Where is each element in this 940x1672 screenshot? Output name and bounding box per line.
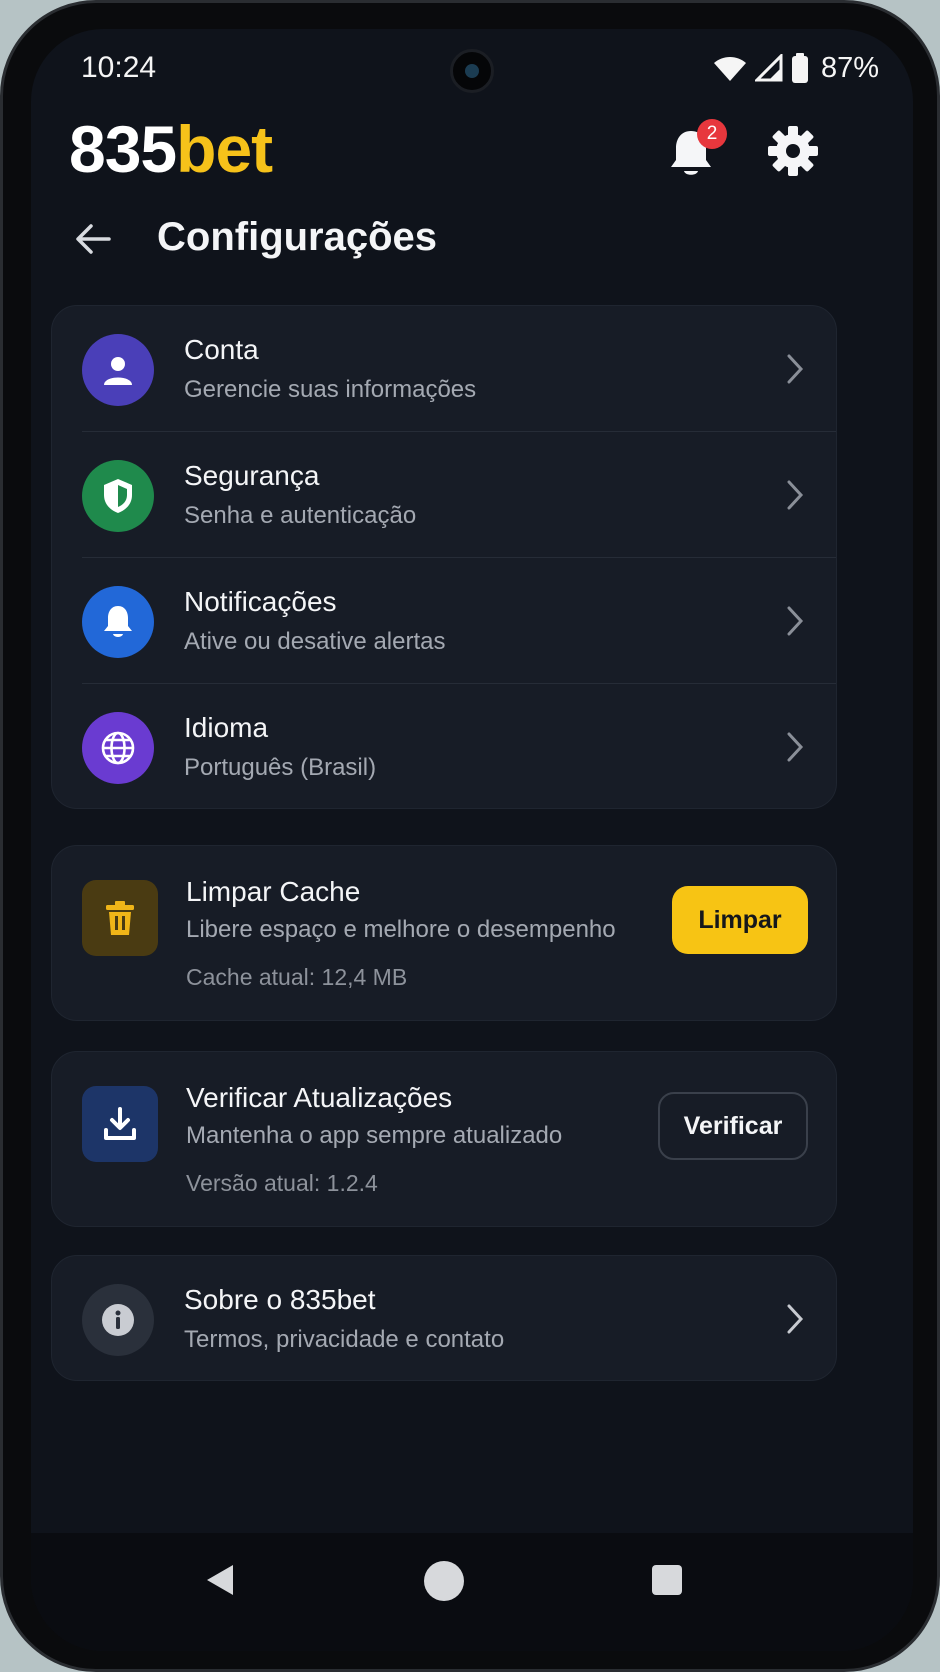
settings-button[interactable] — [765, 123, 821, 179]
menu-item-conta[interactable]: Conta Gerencie suas informações — [52, 306, 836, 432]
user-icon — [82, 334, 154, 406]
logo-number: 835 — [69, 112, 177, 186]
menu-item-subtitle: Português (Brasil) — [184, 754, 377, 781]
menu-item-seguranca[interactable]: Segurança Senha e autenticação — [52, 432, 836, 558]
status-bar: 10:24 87% — [31, 29, 913, 109]
nav-back-icon[interactable] — [205, 1563, 235, 1597]
logo-brand: bet — [176, 112, 273, 186]
download-icon — [82, 1086, 158, 1162]
app-logo: 835bet — [69, 111, 273, 187]
nav-recents-icon[interactable] — [652, 1565, 682, 1595]
update-subtitle: Mantenha o app sempre atualizado — [186, 1122, 563, 1149]
status-icons: 87% — [713, 49, 879, 87]
phone-frame: 10:24 87% 835bet 2 Configurações Conta G… — [0, 0, 940, 1672]
battery-percentage: 87% — [820, 51, 879, 84]
notification-badge: 2 — [697, 119, 727, 149]
status-time: 10:24 — [81, 51, 157, 84]
clear-cache-button[interactable]: Limpar — [672, 886, 808, 954]
wifi-icon — [713, 57, 746, 81]
chevron-right-icon — [787, 1304, 804, 1334]
current-version: Versão atual: 1.2.4 — [186, 1170, 378, 1196]
bell-icon — [82, 586, 154, 658]
menu-item-idioma[interactable]: Idioma Português (Brasil) — [52, 684, 836, 810]
page-header: Configurações — [31, 209, 913, 269]
cache-size: Cache atual: 12,4 MB — [186, 964, 408, 990]
about-title: Sobre o 835bet — [184, 1284, 376, 1315]
check-updates-card: Verificar Atualizações Mantenha o app se… — [51, 1051, 837, 1227]
page-title: Configurações — [157, 215, 438, 259]
menu-item-subtitle: Gerencie suas informações — [184, 376, 477, 403]
cache-subtitle: Libere espaço e melhore o desempenho — [186, 916, 616, 943]
notifications-button[interactable]: 2 — [667, 119, 727, 181]
app-screen: 10:24 87% 835bet 2 Configurações Conta G… — [31, 29, 913, 1651]
nav-home-icon[interactable] — [424, 1561, 464, 1601]
front-camera — [450, 49, 494, 93]
info-icon — [82, 1284, 154, 1356]
check-updates-button[interactable]: Verificar — [658, 1092, 808, 1160]
menu-item-subtitle: Senha e autenticação — [184, 502, 417, 529]
signal-icon — [754, 54, 783, 82]
menu-item-title: Conta — [184, 334, 259, 365]
trash-icon — [82, 880, 158, 956]
back-arrow-icon[interactable] — [73, 219, 113, 259]
chevron-right-icon — [787, 732, 804, 762]
update-title: Verificar Atualizações — [186, 1082, 453, 1113]
gear-icon — [768, 126, 818, 176]
cache-title: Limpar Cache — [186, 876, 361, 907]
about-subtitle: Termos, privacidade e contato — [184, 1326, 505, 1353]
system-nav-bar — [31, 1533, 913, 1651]
settings-menu: Conta Gerencie suas informações Seguranç… — [51, 305, 837, 809]
menu-item-title: Segurança — [184, 460, 320, 491]
menu-item-title: Notificações — [184, 586, 337, 617]
globe-icon — [82, 712, 154, 784]
menu-item-subtitle: Ative ou desative alertas — [184, 628, 446, 655]
chevron-right-icon — [787, 480, 804, 510]
battery-icon — [791, 53, 808, 83]
shield-icon — [82, 460, 154, 532]
menu-item-notificacoes[interactable]: Notificações Ative ou desative alertas — [52, 558, 836, 684]
chevron-right-icon — [787, 354, 804, 384]
about-card[interactable]: Sobre o 835bet Termos, privacidade e con… — [51, 1255, 837, 1381]
menu-item-title: Idioma — [184, 712, 269, 743]
chevron-right-icon — [787, 606, 804, 636]
clear-cache-card: Limpar Cache Libere espaço e melhore o d… — [51, 845, 837, 1021]
